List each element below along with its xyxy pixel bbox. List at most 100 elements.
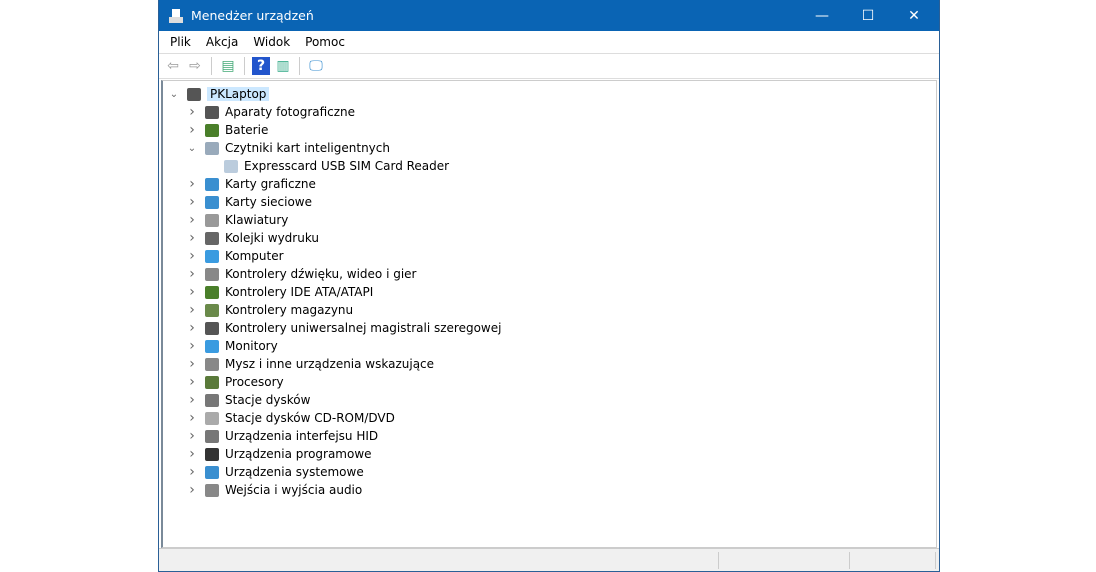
tree-item[interactable]: › Kolejki wydruku: [187, 229, 319, 247]
device-category-icon: [224, 159, 238, 173]
menu-plik[interactable]: Plik: [170, 35, 191, 49]
device-category-icon: [205, 249, 219, 263]
menu-pomoc[interactable]: Pomoc: [305, 35, 345, 49]
tree-item[interactable]: ⌄ Czytniki kart inteligentnych: [187, 139, 390, 157]
tree-item-label: PKLaptop: [207, 87, 270, 101]
tree-item-label: Kolejki wydruku: [225, 231, 320, 245]
tree-item-label: Monitory: [225, 339, 278, 353]
tree-item[interactable]: › Klawiatury: [187, 211, 288, 229]
toolbar: ⇦ ⇨ ▤? ▥ 🖵: [159, 54, 939, 79]
menu-widok[interactable]: Widok: [253, 35, 290, 49]
tree-item[interactable]: › Urządzenia programowe: [187, 445, 372, 463]
tree-item[interactable]: › Urządzenia interfejsu HID: [187, 427, 378, 445]
tree-item[interactable]: › Aparaty fotograficzne: [187, 103, 355, 121]
scan-hardware-button[interactable]: 🖵: [307, 57, 325, 75]
tree-item-label: Mysz i inne urządzenia wskazujące: [225, 357, 435, 371]
device-manager-window: Menedżer urządzeń — ☐ ✕ Plik Akcja Widok…: [158, 0, 940, 572]
tree-root-pklaptop[interactable]: ⌄ PKLaptop: [169, 85, 270, 103]
tree-item-label: Wejścia i wyjścia audio: [225, 483, 363, 497]
device-manager-icon: [169, 8, 183, 24]
chevron-right-icon[interactable]: ›: [187, 428, 197, 444]
chevron-right-icon[interactable]: ›: [187, 320, 197, 336]
tree-item-label: Karty graficzne: [225, 177, 316, 191]
chevron-right-icon[interactable]: ›: [187, 266, 197, 282]
tree-item[interactable]: › Kontrolery dźwięku, wideo i gier: [187, 265, 416, 283]
chevron-right-icon[interactable]: ›: [187, 284, 197, 300]
chevron-right-icon[interactable]: ›: [187, 212, 197, 228]
chevron-right-icon[interactable]: ›: [187, 230, 197, 246]
properties-button[interactable]: ▤: [219, 57, 237, 75]
chevron-right-icon[interactable]: ›: [187, 248, 197, 264]
tree-item[interactable]: › Kontrolery magazynu: [187, 301, 353, 319]
tree-item-label: Expresscard USB SIM Card Reader: [244, 159, 450, 173]
tree-item-label: Procesory: [225, 375, 284, 389]
device-category-icon: [205, 141, 219, 155]
tree-item-label: Klawiatury: [225, 213, 289, 227]
device-category-icon: [205, 465, 219, 479]
tree-item[interactable]: › Komputer: [187, 247, 283, 265]
chevron-right-icon[interactable]: ›: [187, 374, 197, 390]
update-driver-icon: ▥: [276, 58, 290, 74]
toolbar-separator: [211, 57, 212, 75]
device-category-icon: [205, 195, 219, 209]
chevron-right-icon[interactable]: ›: [187, 356, 197, 372]
tree-item[interactable]: › Karty graficzne: [187, 175, 316, 193]
status-bar: [159, 548, 939, 571]
chevron-right-icon[interactable]: ›: [187, 482, 197, 498]
device-category-icon: [205, 339, 219, 353]
properties-icon: ▤: [221, 58, 235, 74]
device-category-icon: [205, 285, 219, 299]
chevron-right-icon[interactable]: ›: [187, 464, 197, 480]
help-icon: ?: [256, 58, 266, 74]
chevron-right-icon[interactable]: ›: [187, 446, 197, 462]
chevron-right-icon[interactable]: ›: [187, 338, 197, 354]
tree-child-item[interactable]: Expresscard USB SIM Card Reader: [224, 157, 449, 175]
title-bar: Menedżer urządzeń — ☐ ✕: [159, 0, 939, 31]
tree-item[interactable]: › Mysz i inne urządzenia wskazujące: [187, 355, 434, 373]
chevron-right-icon[interactable]: ›: [187, 302, 197, 318]
tree-item[interactable]: › Stacje dysków CD-ROM/DVD: [187, 409, 395, 427]
tree-item-label: Baterie: [225, 123, 269, 137]
update-driver-button[interactable]: ▥: [274, 57, 292, 75]
device-category-icon: [205, 177, 219, 191]
tree-item[interactable]: › Urządzenia systemowe: [187, 463, 364, 481]
tree-item[interactable]: › Kontrolery IDE ATA/ATAPI: [187, 283, 373, 301]
help-button[interactable]: ?: [252, 57, 270, 75]
forward-button[interactable]: ⇨: [186, 57, 204, 75]
close-button[interactable]: ✕: [891, 0, 937, 31]
tree-item-label: Stacje dysków CD-ROM/DVD: [225, 411, 395, 425]
tree-item[interactable]: › Stacje dysków: [187, 391, 310, 409]
back-icon: ⇦: [167, 58, 179, 74]
tree-item[interactable]: › Wejścia i wyjścia audio: [187, 481, 362, 499]
device-category-icon: [205, 267, 219, 281]
tree-item-label: Kontrolery dźwięku, wideo i gier: [225, 267, 417, 281]
chevron-right-icon[interactable]: ›: [187, 194, 197, 210]
chevron-right-icon[interactable]: ›: [187, 176, 197, 192]
minimize-button[interactable]: —: [799, 0, 845, 31]
back-button[interactable]: ⇦: [164, 57, 182, 75]
tree-item-label: Urządzenia interfejsu HID: [225, 429, 379, 443]
tree-item-label: Karty sieciowe: [225, 195, 313, 209]
tree-item[interactable]: › Procesory: [187, 373, 284, 391]
menu-bar: Plik Akcja Widok Pomoc: [159, 31, 939, 54]
chevron-right-icon[interactable]: ›: [187, 104, 197, 120]
device-category-icon: [205, 303, 219, 317]
tree-item[interactable]: › Monitory: [187, 337, 278, 355]
chevron-right-icon[interactable]: ›: [187, 392, 197, 408]
chevron-right-icon[interactable]: ›: [187, 122, 197, 138]
tree-item[interactable]: › Baterie: [187, 121, 268, 139]
chevron-right-icon[interactable]: ›: [187, 410, 197, 426]
tree-item-label: Urządzenia programowe: [225, 447, 372, 461]
device-category-icon: [205, 105, 219, 119]
tree-item-label: Kontrolery magazynu: [225, 303, 354, 317]
tree-item[interactable]: › Kontrolery uniwersalnej magistrali szer…: [187, 319, 501, 337]
chevron-down-icon[interactable]: ⌄: [169, 89, 179, 100]
device-tree: ⌄ PKLaptop › Aparaty fotograficzne › Baterie ⌄…: [161, 80, 937, 548]
device-category-icon: [205, 411, 219, 425]
tree-item[interactable]: › Karty sieciowe: [187, 193, 312, 211]
device-category-icon: [205, 429, 219, 443]
device-category-icon: [205, 483, 219, 497]
chevron-down-icon[interactable]: ⌄: [187, 143, 197, 154]
menu-akcja[interactable]: Akcja: [206, 35, 238, 49]
maximize-button[interactable]: ☐: [845, 0, 891, 31]
